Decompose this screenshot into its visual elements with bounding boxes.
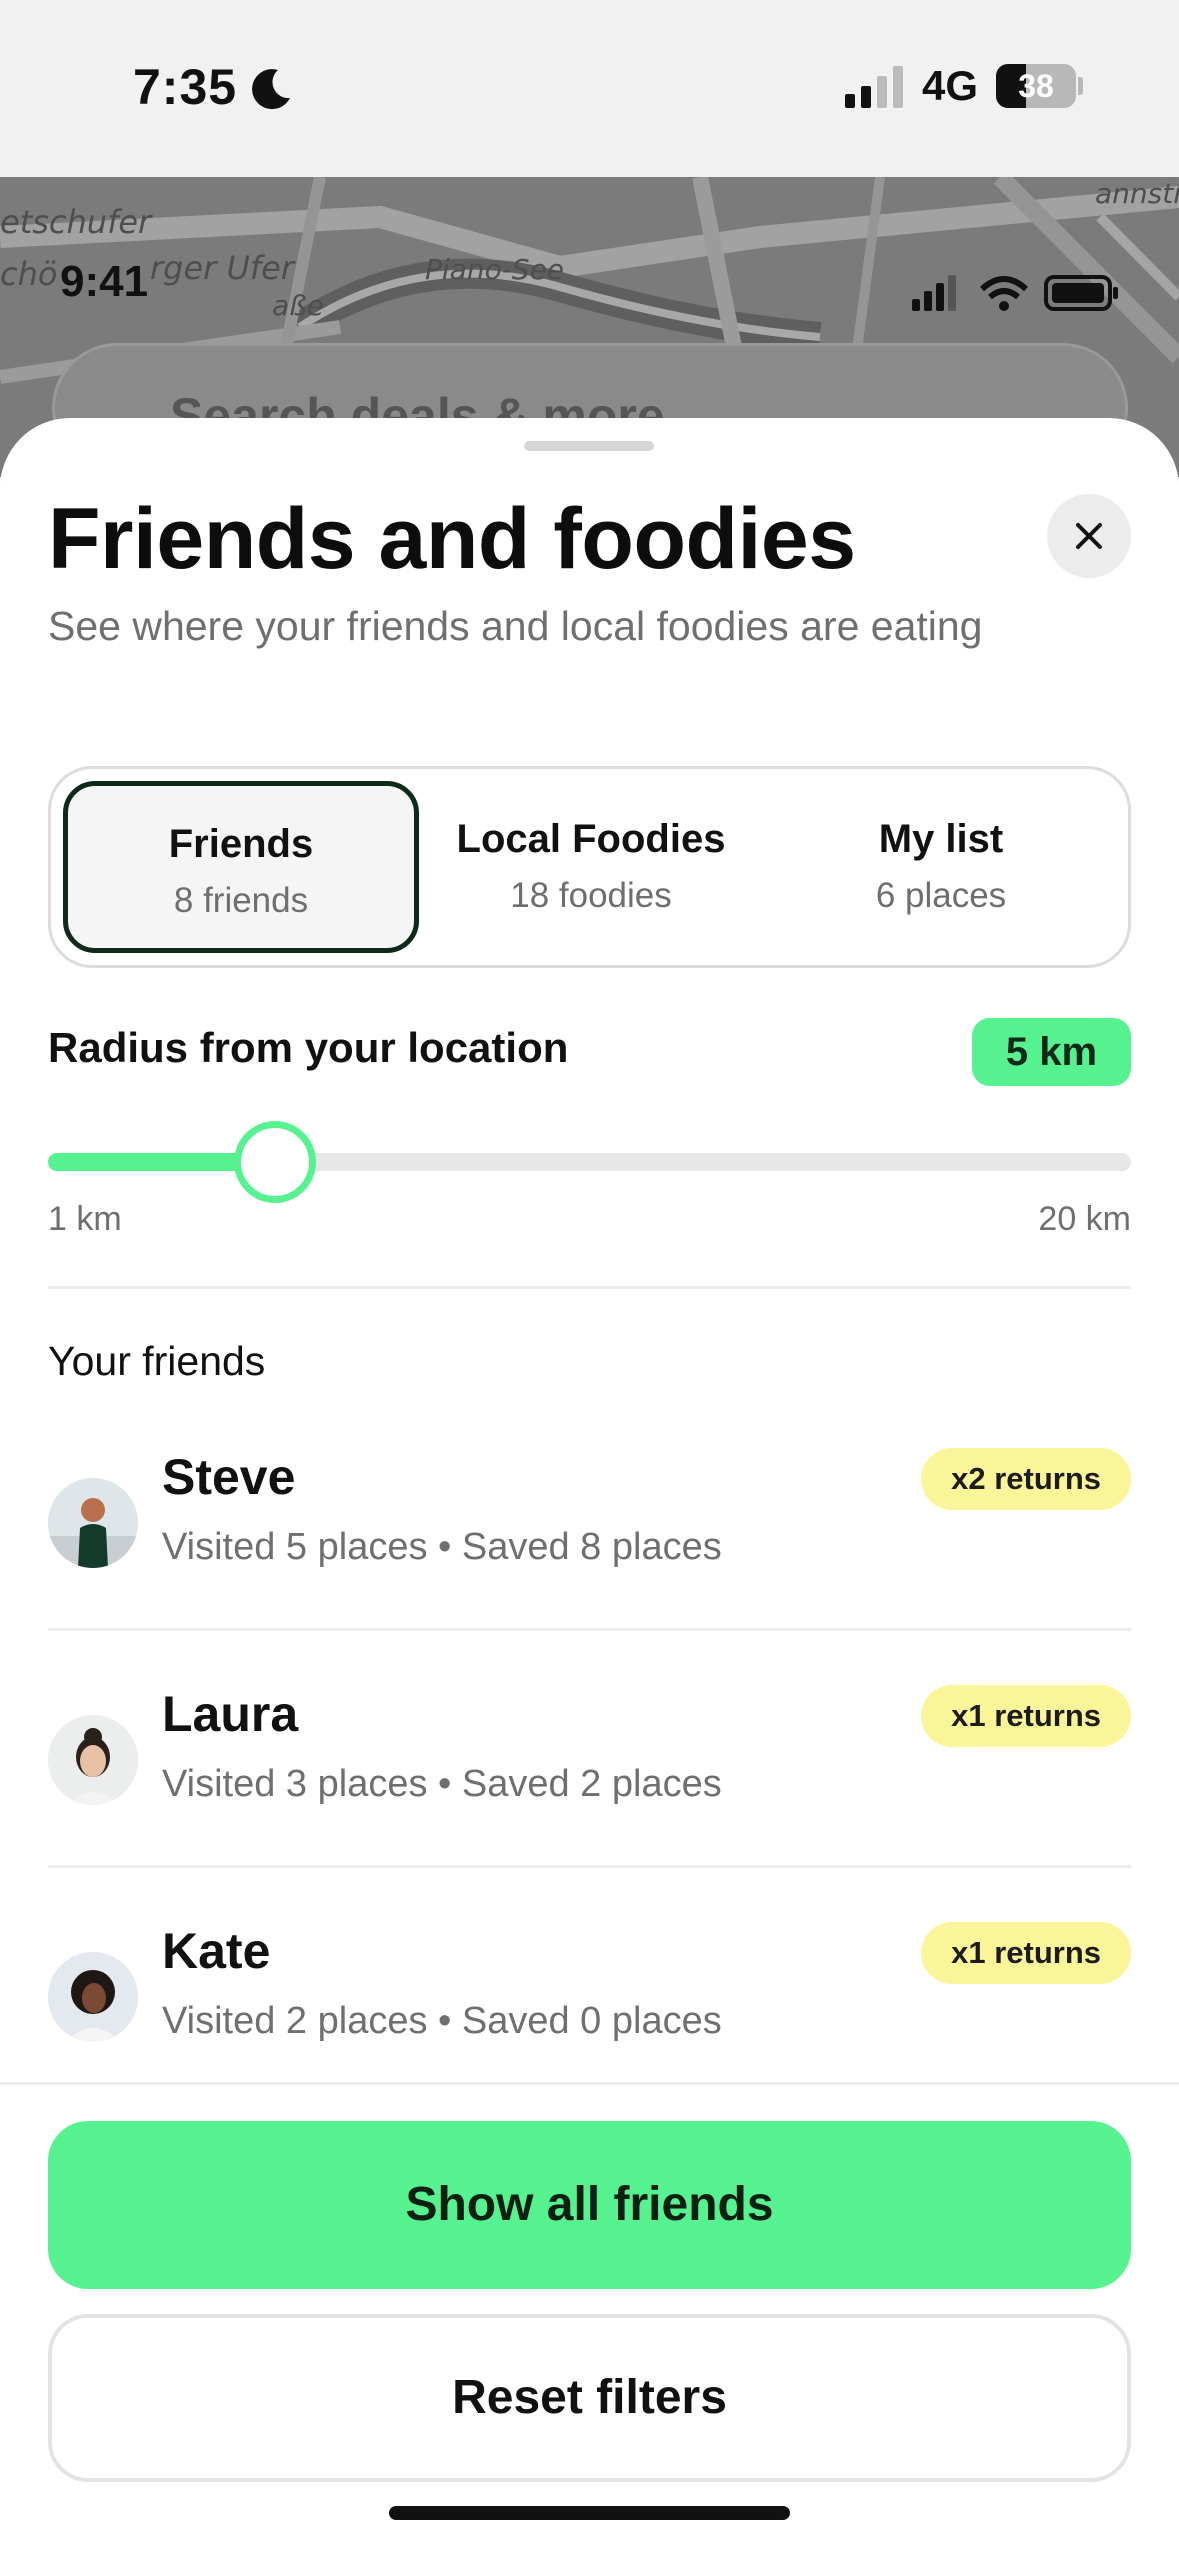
inner-status-icons bbox=[912, 273, 1122, 318]
tab-label: My list bbox=[878, 817, 1004, 861]
radius-label: Radius from your location bbox=[48, 1024, 569, 1071]
returns-badge: x1 returns bbox=[921, 1922, 1131, 1984]
slider-max-label: 20 km bbox=[1038, 1200, 1131, 1238]
map-label: annstr bbox=[1095, 177, 1179, 210]
avatar bbox=[48, 1478, 138, 1568]
tab-friends[interactable]: Friends 8 friends bbox=[63, 781, 419, 953]
tab-count: 6 places bbox=[875, 876, 1007, 915]
tab-local-foodies[interactable]: Local Foodies 18 foodies bbox=[421, 781, 761, 953]
tab-count: 18 foodies bbox=[510, 876, 672, 915]
map-label: rger Ufer bbox=[150, 249, 295, 287]
radius-slider[interactable] bbox=[48, 1121, 1131, 1203]
tab-my-list[interactable]: My list 6 places bbox=[766, 781, 1116, 953]
slider-thumb[interactable] bbox=[234, 1121, 317, 1203]
row-divider bbox=[48, 1628, 1131, 1631]
moon-icon bbox=[248, 66, 294, 117]
friends-section-title: Your friends bbox=[48, 1338, 266, 1384]
radius-value-badge: 5 km bbox=[972, 1018, 1131, 1086]
map-label: aße bbox=[272, 289, 325, 322]
close-icon bbox=[1076, 523, 1102, 549]
section-divider bbox=[48, 1286, 1131, 1289]
reset-filters-button[interactable]: Reset filters bbox=[48, 2314, 1131, 2482]
friend-stats: Visited 2 places • Saved 0 places bbox=[162, 2000, 722, 2042]
filter-tabs: Friends 8 friends Local Foodies 18 foodi… bbox=[48, 766, 1131, 968]
os-clock: 7:35 bbox=[133, 59, 238, 115]
friend-name: Steve bbox=[162, 1449, 296, 1505]
friend-row-kate[interactable]: Kate Visited 2 places • Saved 0 places x… bbox=[48, 1922, 1131, 2122]
returns-badge: x1 returns bbox=[921, 1685, 1131, 1747]
close-button[interactable] bbox=[1047, 494, 1131, 578]
tab-count: 8 friends bbox=[173, 881, 309, 920]
battery-percent: 38 bbox=[1018, 68, 1054, 104]
sheet-grabber[interactable] bbox=[524, 441, 654, 451]
tab-label: Friends bbox=[168, 822, 314, 866]
map-label: Piano-See bbox=[425, 253, 565, 286]
avatar bbox=[48, 1952, 138, 2042]
sheet-title: Friends and foodies bbox=[48, 491, 856, 587]
sheet-subtitle: See where your friends and local foodies… bbox=[48, 603, 983, 649]
battery-tip bbox=[1078, 77, 1083, 95]
friend-name: Kate bbox=[162, 1923, 271, 1979]
row-divider bbox=[48, 1865, 1131, 1868]
footer-divider bbox=[0, 2082, 1179, 2085]
friend-name: Laura bbox=[162, 1686, 299, 1742]
battery-icon: 38 bbox=[996, 64, 1076, 108]
inner-status-time: 9:41 bbox=[60, 257, 149, 306]
network-type: 4G bbox=[922, 62, 979, 109]
friend-stats: Visited 5 places • Saved 8 places bbox=[162, 1526, 722, 1568]
show-all-friends-button[interactable]: Show all friends bbox=[48, 2121, 1131, 2289]
tab-label: Local Foodies bbox=[456, 817, 726, 861]
returns-badge: x2 returns bbox=[921, 1448, 1131, 1510]
slider-min-label: 1 km bbox=[48, 1200, 122, 1238]
friend-row-steve[interactable]: Steve Visited 5 places • Saved 8 places … bbox=[48, 1448, 1131, 1648]
cellular-signal-icon bbox=[845, 66, 907, 113]
friend-row-laura[interactable]: Laura Visited 3 places • Saved 2 places … bbox=[48, 1685, 1131, 1885]
home-indicator bbox=[389, 2506, 790, 2520]
friend-stats: Visited 3 places • Saved 2 places bbox=[162, 1763, 722, 1805]
map-label: etschufer bbox=[0, 203, 152, 241]
avatar bbox=[48, 1715, 138, 1805]
os-status-bar: 7:35 4G 38 bbox=[0, 0, 1179, 177]
friends-and-foodies-sheet: Friends and foodies See where your frien… bbox=[0, 418, 1179, 2556]
map-label: chö bbox=[0, 255, 58, 293]
